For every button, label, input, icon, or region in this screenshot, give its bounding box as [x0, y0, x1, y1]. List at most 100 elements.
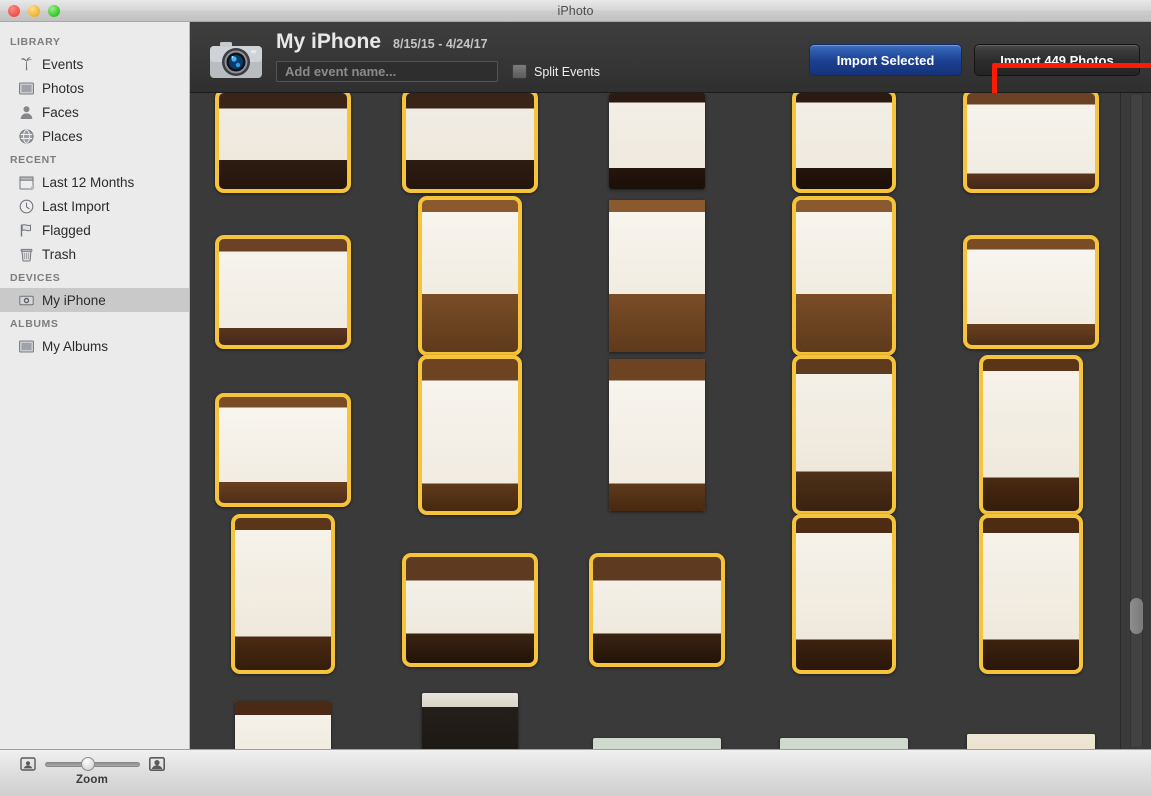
sidebar-item-flagged[interactable]: Flagged	[0, 218, 189, 242]
photo-cell[interactable]	[416, 194, 524, 358]
photo-cell[interactable]	[400, 551, 540, 669]
photo-thumbnail-selected[interactable]	[963, 235, 1099, 349]
photo-cell[interactable]	[603, 93, 711, 195]
sidebar-item-label: Last 12 Months	[42, 174, 135, 190]
photo-thumbnail-selected[interactable]	[402, 553, 538, 667]
photo-thumbnail-selected[interactable]	[792, 196, 896, 356]
photo-thumbnail-image	[422, 200, 518, 352]
photo-thumbnail[interactable]	[609, 200, 705, 352]
photo-thumbnail-image	[219, 239, 347, 345]
photo-thumbnail[interactable]	[422, 693, 518, 749]
photo-thumbnail-image	[593, 738, 721, 749]
photo-thumbnail-selected[interactable]	[792, 355, 896, 515]
import-selected-button[interactable]: Import Selected	[809, 44, 962, 76]
import-all-button[interactable]: Import 449 Photos	[974, 44, 1140, 76]
photo-thumbnail-selected[interactable]	[418, 196, 522, 356]
sidebar-item-my-iphone[interactable]: My iPhone	[0, 288, 189, 312]
main-content: My iPhone 8/15/15 - 4/24/17 Split Events…	[190, 22, 1151, 749]
sidebar-item-label: Faces	[42, 104, 79, 120]
split-events-checkbox[interactable]	[512, 64, 527, 79]
flag-icon	[18, 222, 35, 239]
photo-thumbnail-image	[609, 359, 705, 511]
photo-cell[interactable]	[961, 233, 1101, 351]
grid-vertical-scrollbar[interactable]	[1120, 93, 1151, 749]
photo-cell[interactable]	[229, 512, 337, 676]
scrollbar-thumb[interactable]	[1130, 598, 1143, 634]
photo-thumbnail-selected[interactable]	[963, 93, 1099, 193]
event-name-input[interactable]	[276, 61, 498, 82]
photo-thumbnail-image	[235, 518, 331, 670]
sidebar-item-photos[interactable]: Photos	[0, 76, 189, 100]
sidebar-item-last-12-months[interactable]: Last 12 Months	[0, 170, 189, 194]
photo-thumbnail[interactable]	[780, 738, 908, 749]
photo-cell[interactable]	[790, 194, 898, 358]
photo-cell[interactable]	[790, 353, 898, 517]
photo-thumbnail[interactable]	[967, 734, 1095, 749]
photo-cell[interactable]	[416, 353, 524, 517]
zoom-slider[interactable]	[44, 757, 140, 771]
photo-cell[interactable]	[400, 93, 540, 195]
photo-cell[interactable]	[213, 93, 353, 195]
photo-cell[interactable]	[977, 353, 1085, 517]
photo-thumbnail-image	[593, 557, 721, 663]
bottom-toolbar: Zoom	[0, 749, 1151, 796]
photo-thumbnail-selected[interactable]	[792, 514, 896, 674]
photo-cell[interactable]	[977, 512, 1085, 676]
photo-cell[interactable]	[213, 233, 353, 351]
window-title: iPhoto	[557, 3, 594, 18]
photo-thumbnail-selected[interactable]	[979, 514, 1083, 674]
large-thumbnail-icon[interactable]	[148, 757, 165, 771]
photo-thumbnail-selected[interactable]	[979, 355, 1083, 515]
photo-thumbnail-selected[interactable]	[792, 93, 896, 193]
photo-thumbnail-selected[interactable]	[231, 514, 335, 674]
close-button[interactable]	[8, 4, 20, 17]
globe-icon	[18, 128, 35, 145]
sidebar-item-faces[interactable]: Faces	[0, 100, 189, 124]
sidebar-group-library: LIBRARY	[10, 36, 61, 48]
calendar-icon	[18, 174, 35, 191]
photo-cell[interactable]	[961, 728, 1101, 749]
photo-cell[interactable]	[790, 93, 898, 195]
small-thumbnail-icon[interactable]	[19, 757, 36, 771]
photo-cell[interactable]	[587, 732, 727, 749]
photo-thumbnail[interactable]	[609, 359, 705, 511]
photo-thumbnail-selected[interactable]	[418, 355, 522, 515]
photo-cell[interactable]	[774, 732, 914, 749]
photo-thumbnail-selected[interactable]	[215, 93, 351, 193]
sidebar-item-my-albums[interactable]: My Albums	[0, 334, 189, 358]
scrollbar-track[interactable]	[1130, 95, 1143, 747]
photo-thumbnail-image	[967, 734, 1095, 749]
photo-thumbnail-image	[235, 701, 331, 749]
photo-cell[interactable]	[603, 194, 711, 358]
photo-cell[interactable]	[229, 695, 337, 749]
photo-thumbnail[interactable]	[235, 701, 331, 749]
photo-thumbnail-image	[406, 557, 534, 663]
photo-thumbnail-image	[796, 518, 892, 670]
photo-cell[interactable]	[213, 391, 353, 509]
photo-cell[interactable]	[416, 687, 524, 749]
album-icon	[18, 338, 35, 355]
photo-thumbnail-selected[interactable]	[215, 235, 351, 349]
photo-thumbnail-image	[983, 359, 1079, 511]
photo-thumbnail-selected[interactable]	[402, 93, 538, 193]
zoom-slider-knob[interactable]	[80, 757, 95, 771]
sidebar-item-places[interactable]: Places	[0, 124, 189, 148]
sidebar-item-label: Trash	[42, 246, 77, 262]
photo-cell[interactable]	[587, 551, 727, 669]
photo-cell[interactable]	[790, 512, 898, 676]
minimize-button[interactable]	[28, 4, 40, 17]
split-events-control[interactable]: Split Events	[512, 64, 600, 79]
sidebar-item-trash[interactable]: Trash	[0, 242, 189, 266]
photo-thumbnail[interactable]	[609, 93, 705, 189]
photo-thumbnail-selected[interactable]	[589, 553, 725, 667]
sidebar-item-last-import[interactable]: Last Import	[0, 194, 189, 218]
photo-thumbnail-image	[967, 239, 1095, 345]
photo-thumbnail[interactable]	[593, 738, 721, 749]
photo-thumbnail-selected[interactable]	[215, 393, 351, 507]
photo-thumbnail-image	[780, 738, 908, 749]
sidebar-item-events[interactable]: Events	[0, 52, 189, 76]
sidebar-group-devices: DEVICES	[10, 272, 61, 284]
photo-cell[interactable]	[603, 353, 711, 517]
zoom-button[interactable]	[48, 4, 60, 17]
photo-cell[interactable]	[961, 93, 1101, 195]
